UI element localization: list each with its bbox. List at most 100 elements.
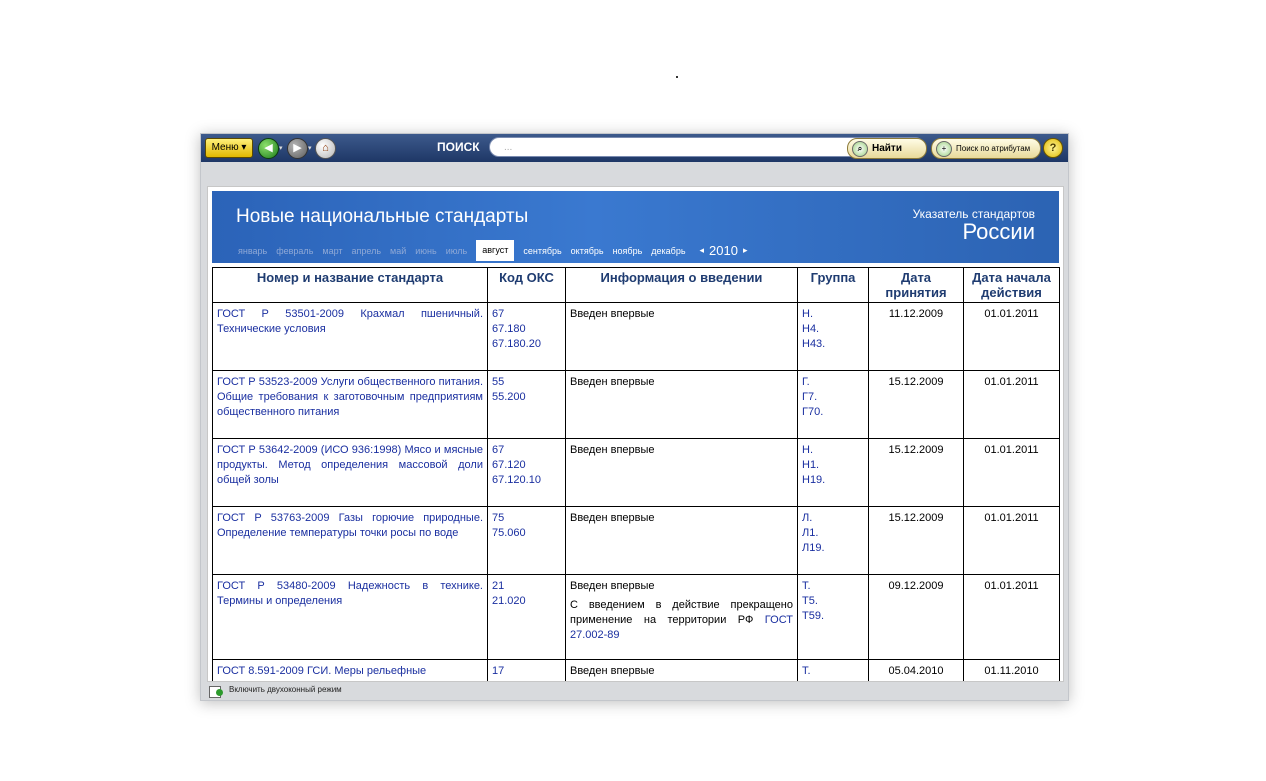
info-cell: Введен впервые С введением в действие пр… bbox=[565, 574, 798, 660]
search-label: ПОИСК bbox=[437, 140, 480, 154]
table-row: ГОСТ Р 53523-2009 Услуги общественного п… bbox=[212, 370, 1060, 439]
tab-month-october[interactable]: октябрь bbox=[571, 246, 604, 256]
oks-code-link[interactable]: 55.200 bbox=[492, 390, 561, 405]
oks-code-link[interactable]: 67.180 bbox=[492, 322, 561, 337]
oks-code-link[interactable]: 67 bbox=[492, 307, 561, 322]
group-code-link[interactable]: Л1. bbox=[802, 526, 864, 541]
group-code-link[interactable]: Н4. bbox=[802, 322, 864, 337]
group-code-link[interactable]: Н1. bbox=[802, 458, 864, 473]
oks-code-link[interactable]: 67.120.10 bbox=[492, 473, 561, 488]
date-start: 01.01.2011 bbox=[963, 506, 1060, 575]
standard-link[interactable]: ГОСТ Р 53480-2009 Надежность в технике. … bbox=[217, 579, 483, 609]
group-code-link[interactable]: Т5. bbox=[802, 594, 864, 609]
table-row: ГОСТ 8.591-2009 ГСИ. Меры рельефные 17 В… bbox=[212, 659, 1060, 681]
date-start: 01.01.2011 bbox=[963, 438, 1060, 507]
column-header-date-accepted: Дата принятия bbox=[868, 267, 964, 303]
oks-code-link[interactable]: 21.020 bbox=[492, 594, 561, 609]
tab-month-april: апрель bbox=[351, 245, 382, 256]
info-extra-text: С введением в действие прекращено примен… bbox=[570, 599, 793, 626]
date-start: 01.01.2011 bbox=[963, 574, 1060, 660]
tab-month-may: май bbox=[390, 245, 407, 256]
date-start: 01.01.2011 bbox=[963, 302, 1060, 371]
group-code-link[interactable]: Л19. bbox=[802, 541, 864, 556]
standard-link[interactable]: ГОСТ Р 53763-2009 Газы горючие природные… bbox=[217, 511, 483, 541]
group-code-link[interactable]: Г70. bbox=[802, 405, 864, 420]
table-row: ГОСТ Р 53480-2009 Надежность в технике. … bbox=[212, 574, 1060, 660]
column-header-name: Номер и название стандарта bbox=[212, 267, 488, 303]
info-cell: Введен впервые bbox=[565, 438, 798, 507]
group-code-link[interactable]: Н. bbox=[802, 307, 864, 322]
column-header-info: Информация о введении bbox=[565, 267, 798, 303]
group-code-link[interactable]: Т. bbox=[802, 664, 864, 679]
tab-month-june: июнь bbox=[415, 245, 437, 256]
oks-code-link[interactable]: 67.180.20 bbox=[492, 337, 561, 352]
content-pane: Новые национальные стандарты Указатель с… bbox=[207, 186, 1064, 682]
oks-code-link[interactable]: 75 bbox=[492, 511, 561, 526]
info-cell: Введен впервые bbox=[565, 302, 798, 371]
group-code-link[interactable]: Н43. bbox=[802, 337, 864, 352]
info-text: Введен впервые bbox=[570, 580, 655, 592]
tab-month-july: июль bbox=[445, 245, 468, 256]
table-row: ГОСТ Р 53501-2009 Крахмал пшеничный. Тех… bbox=[212, 302, 1060, 371]
back-dropdown-icon[interactable]: ▾ bbox=[279, 144, 283, 152]
info-cell: Введен впервые bbox=[565, 370, 798, 439]
oks-code-link[interactable]: 75.060 bbox=[492, 526, 561, 541]
app-window: Меню ▾ ◀ ▾ ▶ ▾ ⌂ ПОИСК ... ⌕ Найти + Пои… bbox=[200, 133, 1069, 701]
oks-code-link[interactable]: 21 bbox=[492, 579, 561, 594]
oks-code-link[interactable]: 67 bbox=[492, 443, 561, 458]
group-code-link[interactable]: Л. bbox=[802, 511, 864, 526]
dual-window-toggle[interactable]: Включить двухоконный режим bbox=[229, 685, 342, 694]
tab-month-january: январь bbox=[238, 245, 268, 256]
dot-mark bbox=[676, 76, 678, 78]
column-header-oks: Код ОКС bbox=[487, 267, 566, 303]
back-arrow-icon[interactable]: ◀ bbox=[258, 138, 279, 159]
group-code-link[interactable]: Н19. bbox=[802, 473, 864, 488]
tab-month-february: февраль bbox=[276, 245, 314, 256]
banner-subtitle-russia: России bbox=[962, 219, 1035, 244]
help-icon[interactable]: ? bbox=[1043, 138, 1063, 158]
standard-link[interactable]: ГОСТ 8.591-2009 ГСИ. Меры рельефные bbox=[217, 664, 483, 679]
forward-dropdown-icon[interactable]: ▾ bbox=[308, 144, 312, 152]
attribute-search-icon: + bbox=[936, 141, 952, 157]
year-label: 2010 bbox=[709, 243, 738, 258]
date-accepted: 09.12.2009 bbox=[868, 574, 964, 660]
attribute-search-label: Поиск по атрибутам bbox=[956, 144, 1031, 153]
tab-month-september[interactable]: сентябрь bbox=[523, 246, 561, 256]
date-accepted: 15.12.2009 bbox=[868, 506, 964, 575]
standard-link[interactable]: ГОСТ Р 53642-2009 (ИСО 936:1998) Мясо и … bbox=[217, 443, 483, 488]
oks-code-link[interactable]: 17 bbox=[492, 664, 561, 679]
forward-arrow-icon[interactable]: ▶ bbox=[287, 138, 308, 159]
banner: Новые национальные стандарты Указатель с… bbox=[212, 191, 1059, 263]
info-cell: Введен впервые bbox=[565, 506, 798, 575]
column-header-date-start: Дата начала действия bbox=[963, 267, 1060, 303]
month-tabs: январь февраль март апрель май июнь июль… bbox=[238, 240, 753, 261]
table-row: ГОСТ Р 53642-2009 (ИСО 936:1998) Мясо и … bbox=[212, 438, 1060, 507]
search-icon: ⌕ bbox=[852, 141, 868, 157]
date-start: 01.01.2011 bbox=[963, 370, 1060, 439]
date-accepted: 15.12.2009 bbox=[868, 438, 964, 507]
standard-link[interactable]: ГОСТ Р 53523-2009 Услуги общественного п… bbox=[217, 375, 483, 420]
oks-code-link[interactable]: 67.120 bbox=[492, 458, 561, 473]
prev-year-icon[interactable]: ◂ bbox=[700, 245, 705, 256]
menu-button-label: Меню bbox=[211, 142, 239, 153]
group-code-link[interactable]: Г7. bbox=[802, 390, 864, 405]
attribute-search-button[interactable]: + Поиск по атрибутам bbox=[931, 138, 1041, 159]
menu-button[interactable]: Меню ▾ bbox=[205, 138, 253, 158]
group-code-link[interactable]: Т. bbox=[802, 579, 864, 594]
home-icon[interactable]: ⌂ bbox=[315, 138, 336, 159]
next-year-icon[interactable]: ▸ bbox=[743, 245, 748, 256]
tab-month-december[interactable]: декабрь bbox=[651, 246, 685, 256]
tab-month-november[interactable]: ноябрь bbox=[613, 246, 643, 256]
standards-table: Номер и название стандарта Код ОКС Инфор… bbox=[212, 267, 1060, 681]
group-code-link[interactable]: Н. bbox=[802, 443, 864, 458]
standard-link[interactable]: ГОСТ Р 53501-2009 Крахмал пшеничный. Тех… bbox=[217, 307, 483, 337]
group-code-link[interactable]: Г. bbox=[802, 375, 864, 390]
statusbar: Включить двухоконный режим bbox=[201, 682, 1068, 700]
oks-code-link[interactable]: 55 bbox=[492, 375, 561, 390]
page-title: Новые национальные стандарты bbox=[236, 206, 529, 227]
date-accepted: 11.12.2009 bbox=[868, 302, 964, 371]
group-code-link[interactable]: Т59. bbox=[802, 609, 864, 624]
tab-month-august[interactable]: август bbox=[476, 240, 515, 261]
dual-window-status-icon bbox=[216, 689, 223, 696]
find-button[interactable]: ⌕ Найти bbox=[847, 138, 927, 159]
